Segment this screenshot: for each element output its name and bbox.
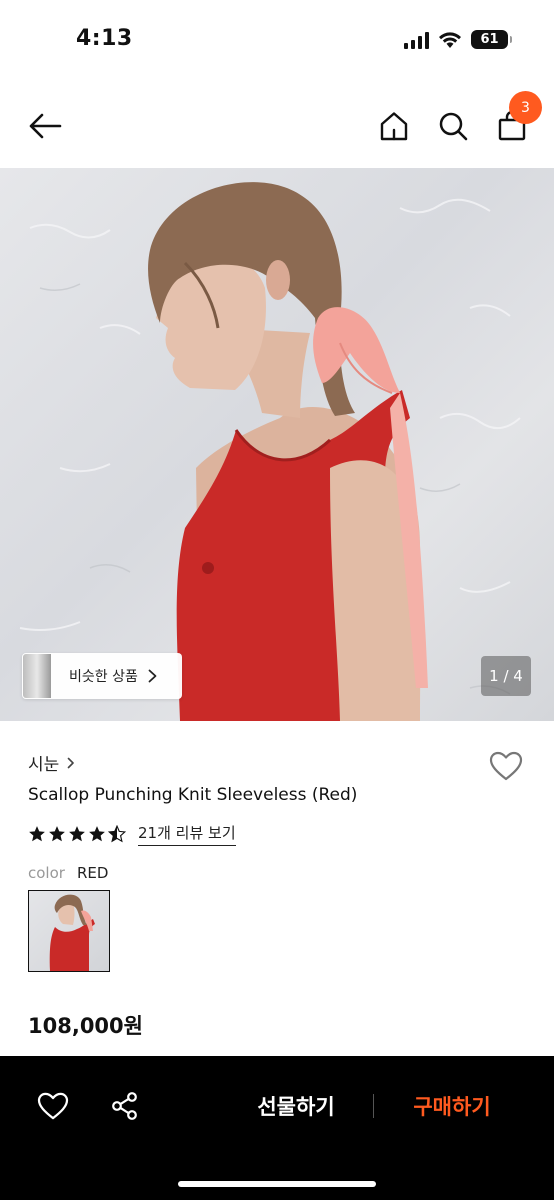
similar-products-thumbnail [23,654,51,698]
chevron-right-icon [148,669,157,683]
color-swatch-image [49,894,95,971]
star-half-icon [108,825,126,843]
buy-button[interactable]: 구매하기 [396,1088,508,1124]
product-image[interactable]: 비슷한 상품 1 / 4 [0,168,554,721]
star-full-icon [89,826,105,842]
color-swatch-red[interactable] [28,890,110,972]
heart-icon [37,1092,69,1120]
share-button[interactable] [105,1086,145,1126]
home-button[interactable] [374,106,414,146]
app-header [0,84,554,168]
action-divider [373,1094,374,1118]
color-label: color [28,864,65,882]
brand-link[interactable]: 시눈 [28,750,75,775]
wishlist-button[interactable] [486,746,526,786]
similar-products-label: 비슷한 상품 [69,669,138,685]
back-button[interactable] [25,106,65,146]
cellular-signal-icon [403,31,429,49]
product-photo [19,182,521,721]
product-price: 108,000원 [28,1014,143,1038]
home-icon [380,112,408,141]
product-name: Scallop Punching Knit Sleeveless (Red) [28,785,358,805]
share-icon [112,1092,137,1120]
back-arrow-icon [29,113,62,139]
heart-icon [489,751,523,781]
cart-count-badge: 3 [509,91,542,124]
status-bar: 4:13 61 [0,0,554,84]
search-button[interactable] [433,106,473,146]
bottom-wishlist-button[interactable] [33,1086,73,1126]
battery-icon: 61 [471,30,512,49]
star-full-icon [29,826,45,842]
status-time: 4:13 [76,26,133,51]
star-full-icon [49,826,65,842]
rating-row: 21개 리뷰 보기 [28,822,236,846]
search-icon [439,112,468,141]
gift-button[interactable]: 선물하기 [240,1088,352,1124]
star-rating [28,825,126,843]
image-pager: 1 / 4 [481,656,531,696]
brand-name: 시눈 [28,755,60,775]
home-indicator[interactable] [178,1181,376,1187]
wifi-icon [439,31,461,48]
status-icons: 61 [403,30,512,49]
chevron-right-icon [67,757,75,768]
star-full-icon [69,826,85,842]
similar-products-button[interactable]: 비슷한 상품 [22,653,182,699]
color-value: RED [76,864,109,882]
review-link[interactable]: 21개 리뷰 보기 [138,822,236,846]
bottom-action-bar: 선물하기 구매하기 [0,1056,554,1200]
color-option-row: color RED [28,864,108,882]
